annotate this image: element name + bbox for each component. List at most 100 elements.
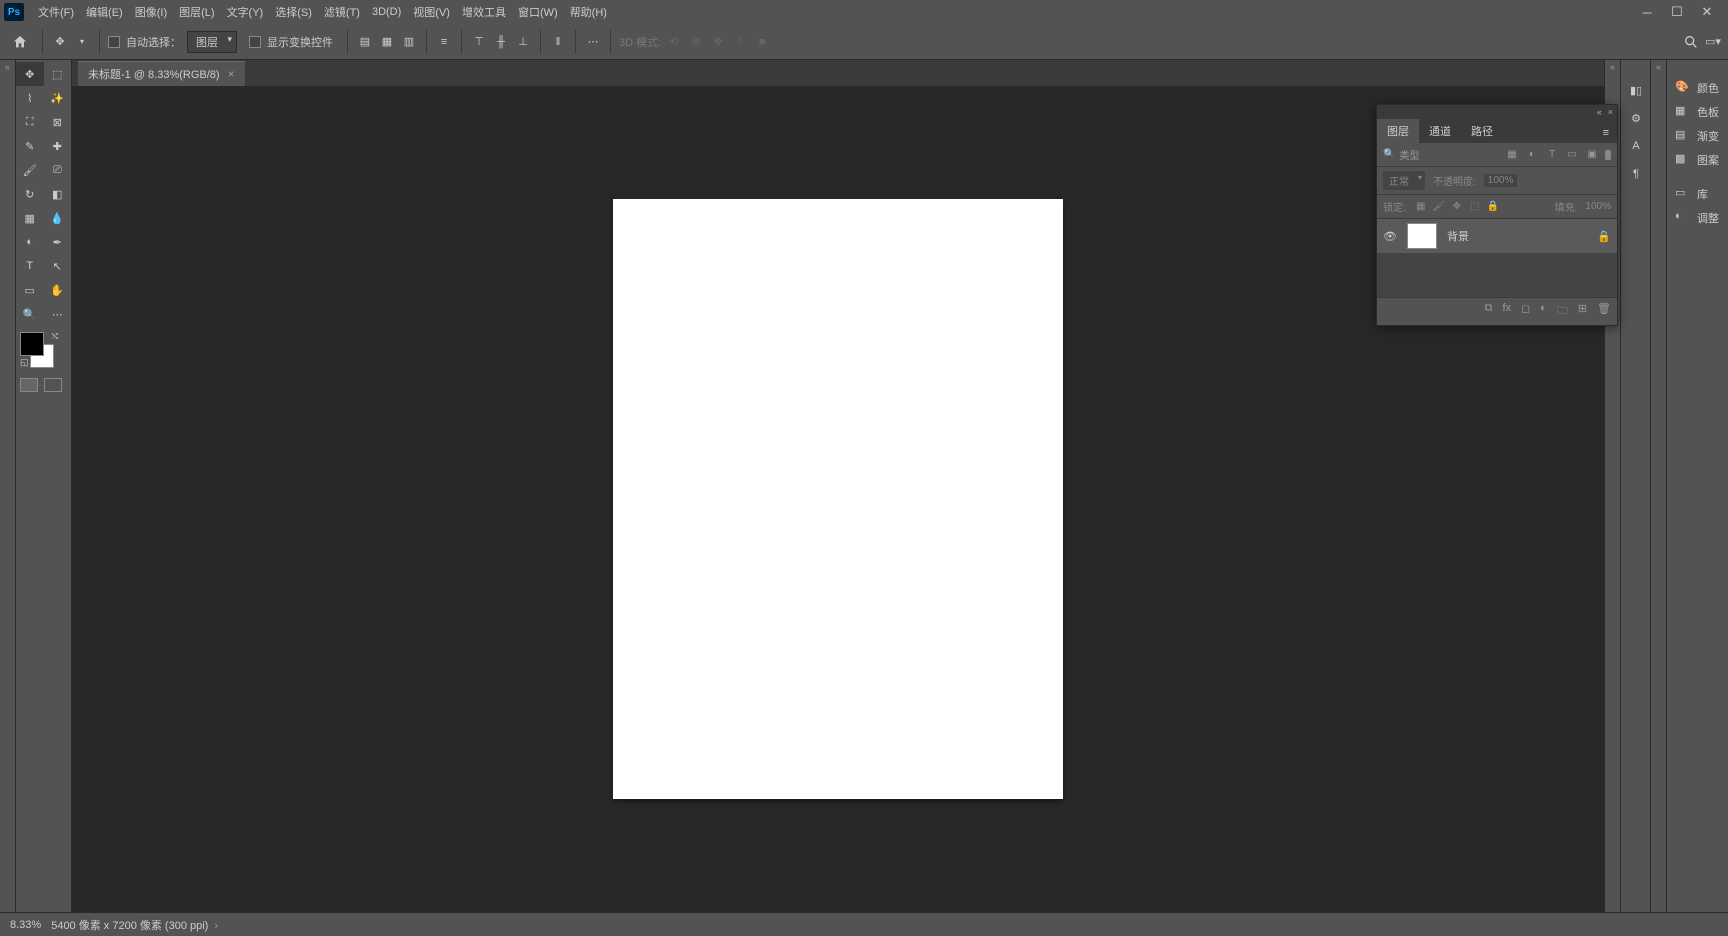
search-icon[interactable] <box>1682 33 1700 51</box>
tab-channels[interactable]: 通道 <box>1419 119 1461 143</box>
align-left-icon[interactable]: ▤ <box>356 33 374 51</box>
panel-gradients[interactable]: ▤ 渐变 <box>1667 124 1728 148</box>
auto-select-checkbox[interactable] <box>108 36 120 48</box>
pen-tool[interactable]: ✒ <box>44 230 72 254</box>
panel-libraries[interactable]: ▭ 库 <box>1667 182 1728 206</box>
swap-colors-icon[interactable]: ⤭ <box>52 332 58 342</box>
standard-mode[interactable] <box>20 378 38 392</box>
delete-layer-icon[interactable]: 🗑 <box>1597 302 1611 321</box>
group-icon[interactable]: 🗀 <box>1557 302 1568 321</box>
menu-help[interactable]: 帮助(H) <box>564 0 613 24</box>
filter-kind-label[interactable]: 类型 <box>1399 147 1419 162</box>
layer-row[interactable]: 👁 背景 🔒 <box>1377 219 1617 253</box>
opacity-value[interactable]: 100% <box>1484 174 1518 187</box>
align-vcenter-icon[interactable]: ╫ <box>492 33 510 51</box>
foreground-color[interactable] <box>20 332 44 356</box>
align-hcenter-icon[interactable]: ▦ <box>378 33 396 51</box>
lock-pixels-icon[interactable]: 🖌 <box>1432 200 1446 214</box>
properties-panel-icon[interactable]: ▮▯ <box>1621 76 1651 104</box>
panel-close-icon[interactable]: × <box>1608 107 1613 117</box>
workspace-switcher-icon[interactable]: ▭▾ <box>1704 33 1722 51</box>
maximize-button[interactable]: ☐ <box>1668 4 1686 20</box>
toolbox-collapse-handle[interactable]: « <box>0 60 16 912</box>
align-bottom-icon[interactable]: ⊥ <box>514 33 532 51</box>
zoom-level[interactable]: 8.33% <box>10 919 41 931</box>
clone-stamp-tool[interactable]: ⎚ <box>44 158 72 182</box>
layer-thumbnail[interactable] <box>1407 223 1437 249</box>
eraser-tool[interactable]: ◧ <box>44 182 72 206</box>
edit-toolbar[interactable]: ⋯ <box>44 302 72 326</box>
menu-type[interactable]: 文字(Y) <box>221 0 270 24</box>
move-tool[interactable]: ✥ <box>16 62 44 86</box>
adjustments-panel-icon[interactable]: ⚙ <box>1621 104 1651 132</box>
layer-name[interactable]: 背景 <box>1447 228 1587 244</box>
menu-file[interactable]: 文件(F) <box>32 0 80 24</box>
gradient-tool[interactable]: ▦ <box>16 206 44 230</box>
quickmask-mode[interactable] <box>44 378 62 392</box>
canvas[interactable] <box>613 199 1063 799</box>
close-button[interactable]: ✕ <box>1698 4 1716 20</box>
document-tab[interactable]: 未标题-1 @ 8.33%(RGB/8) × <box>78 61 245 86</box>
panel-color[interactable]: 🎨 颜色 <box>1667 76 1728 100</box>
menu-plugins[interactable]: 增效工具 <box>456 0 512 24</box>
minimize-button[interactable]: ─ <box>1638 4 1656 20</box>
brush-tool[interactable]: 🖌 <box>16 158 44 182</box>
filter-pixel-icon[interactable]: ▦ <box>1505 148 1519 162</box>
new-layer-icon[interactable]: ⊞ <box>1578 302 1587 321</box>
panel-swatches[interactable]: ▦ 色板 <box>1667 100 1728 124</box>
move-preset-dropdown[interactable]: ▾ <box>73 33 91 51</box>
character-panel-icon[interactable]: A <box>1621 132 1651 160</box>
menu-image[interactable]: 图像(I) <box>129 0 173 24</box>
paragraph-panel-icon[interactable]: ¶ <box>1621 160 1651 188</box>
default-colors-icon[interactable]: ◱ <box>20 357 29 368</box>
doc-info[interactable]: 5400 像素 x 7200 像素 (300 ppi) <box>51 917 218 933</box>
align-top-icon[interactable]: ⊤ <box>470 33 488 51</box>
layer-visibility-icon[interactable]: 👁 <box>1383 230 1397 243</box>
adjustment-layer-icon[interactable]: ◐ <box>1540 302 1547 321</box>
panel-menu-icon[interactable]: ≡ <box>1595 123 1617 143</box>
menu-window[interactable]: 窗口(W) <box>512 0 564 24</box>
tab-layers[interactable]: 图层 <box>1377 119 1419 143</box>
distribute-v-icon[interactable]: ‖ <box>549 33 567 51</box>
menu-layer[interactable]: 图层(L) <box>173 0 220 24</box>
blur-tool[interactable]: 💧 <box>44 206 72 230</box>
distribute-icon[interactable]: ≡ <box>435 33 453 51</box>
menu-filter[interactable]: 滤镜(T) <box>318 0 366 24</box>
panel-patterns[interactable]: ▩ 图案 <box>1667 148 1728 172</box>
panel-adjustments[interactable]: ◐ 调整 <box>1667 206 1728 230</box>
filter-toggle[interactable] <box>1605 150 1611 160</box>
filter-smart-icon[interactable]: ▣ <box>1585 148 1599 162</box>
lock-all-icon[interactable]: 🔒 <box>1486 200 1500 214</box>
right-collapse-handle-2[interactable]: « <box>1650 60 1666 912</box>
hand-tool[interactable]: ✋ <box>44 278 72 302</box>
auto-select-target-dropdown[interactable]: 图层 <box>187 31 237 53</box>
color-swatches[interactable]: ⤭ ◱ <box>20 332 60 368</box>
lock-position-icon[interactable]: ✥ <box>1450 200 1464 214</box>
frame-tool[interactable]: ⊠ <box>44 110 72 134</box>
lasso-tool[interactable]: ⌇ <box>16 86 44 110</box>
filter-type-icon[interactable]: T <box>1545 148 1559 162</box>
lock-transparent-icon[interactable]: ▦ <box>1414 200 1428 214</box>
tab-paths[interactable]: 路径 <box>1461 119 1503 143</box>
filter-adjust-icon[interactable]: ◐ <box>1525 148 1539 162</box>
crop-tool[interactable]: ⛶ <box>16 110 44 134</box>
fill-value[interactable]: 100% <box>1585 201 1611 212</box>
lock-artboard-icon[interactable]: ⬚ <box>1468 200 1482 214</box>
layer-fx-icon[interactable]: fx <box>1502 302 1511 321</box>
rect-marquee-tool[interactable]: ⬚ <box>44 62 72 86</box>
dodge-tool[interactable]: ◐ <box>16 230 44 254</box>
panel-collapse-icon[interactable]: « <box>1597 107 1602 117</box>
path-select-tool[interactable]: ↖ <box>44 254 72 278</box>
layer-mask-icon[interactable]: ◻ <box>1521 302 1530 321</box>
menu-edit[interactable]: 编辑(E) <box>80 0 129 24</box>
menu-select[interactable]: 选择(S) <box>269 0 318 24</box>
document-tab-close[interactable]: × <box>228 67 235 81</box>
home-button[interactable] <box>6 30 34 54</box>
align-right-icon[interactable]: ▥ <box>400 33 418 51</box>
show-transform-checkbox[interactable] <box>249 36 261 48</box>
filter-shape-icon[interactable]: ▭ <box>1565 148 1579 162</box>
menu-view[interactable]: 视图(V) <box>407 0 456 24</box>
link-layers-icon[interactable]: ⧉ <box>1485 302 1493 321</box>
zoom-tool[interactable]: 🔍 <box>16 302 44 326</box>
history-brush-tool[interactable]: ↻ <box>16 182 44 206</box>
